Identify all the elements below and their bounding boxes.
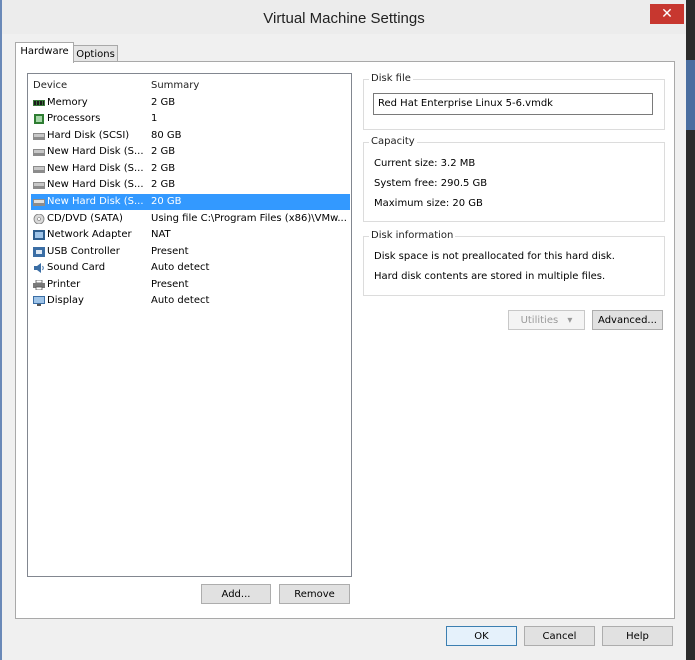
- title-bar[interactable]: Virtual Machine Settings ✕: [2, 0, 686, 34]
- device-summary: Present: [151, 279, 189, 290]
- hard-disk-icon: [33, 149, 45, 156]
- device-row-display[interactable]: Display Auto detect: [31, 293, 350, 309]
- device-summary: Using file C:\Program Files (x86)\VMw...: [151, 213, 347, 224]
- ok-button[interactable]: OK: [446, 626, 517, 646]
- device-name: Hard Disk (SCSI): [47, 130, 130, 141]
- capacity-group: Capacity Current size: 3.2 MB System fre…: [363, 136, 665, 222]
- device-name: Printer: [47, 279, 81, 290]
- device-summary: 2 GB: [151, 97, 176, 108]
- chevron-down-icon: ▾: [567, 315, 573, 326]
- advanced-button[interactable]: Advanced...: [592, 310, 663, 330]
- device-name: New Hard Disk (S...: [47, 163, 144, 174]
- sound-card-icon: [34, 263, 44, 273]
- column-header-device[interactable]: Device: [33, 80, 67, 91]
- window-title: Virtual Machine Settings: [263, 10, 425, 27]
- device-name: Processors: [47, 113, 101, 124]
- device-summary: NAT: [151, 229, 171, 240]
- printer-icon: [33, 280, 45, 290]
- disk-info-line-1: Disk space is not preallocated for this …: [374, 251, 615, 262]
- utilities-button[interactable]: Utilities ▾: [508, 310, 585, 330]
- device-name: New Hard Disk (S...: [47, 179, 144, 190]
- tab-hardware[interactable]: Hardware: [15, 42, 74, 63]
- close-icon: ✕: [661, 6, 673, 22]
- disk-file-group: Disk file Red Hat Enterprise Linux 5-6.v…: [363, 73, 665, 130]
- close-button[interactable]: ✕: [650, 4, 684, 24]
- display-icon: [33, 296, 45, 306]
- device-summary: 1: [151, 113, 158, 124]
- device-row-new-hard-disk-selected[interactable]: New Hard Disk (S... 20 GB: [31, 194, 350, 210]
- memory-icon: [33, 100, 45, 106]
- device-row-network-adapter[interactable]: Network Adapter NAT: [31, 227, 350, 243]
- device-name: Memory: [47, 97, 88, 108]
- device-summary: Auto detect: [151, 295, 210, 306]
- cancel-button[interactable]: Cancel: [524, 626, 595, 646]
- device-list[interactable]: Device Summary Memory 2 GB Processors 1 …: [27, 73, 352, 577]
- usb-icon: [33, 247, 45, 257]
- device-summary: 80 GB: [151, 130, 182, 141]
- maximum-size-text: Maximum size: 20 GB: [374, 198, 483, 209]
- background-window-edge: [686, 0, 695, 660]
- device-row-hard-disk-scsi[interactable]: Hard Disk (SCSI) 80 GB: [31, 128, 350, 144]
- device-summary: 2 GB: [151, 163, 176, 174]
- device-row-memory[interactable]: Memory 2 GB: [31, 95, 350, 111]
- remove-button[interactable]: Remove: [279, 584, 350, 604]
- device-row-printer[interactable]: Printer Present: [31, 277, 350, 293]
- device-name: Network Adapter: [47, 229, 132, 240]
- device-name: Display: [47, 295, 84, 306]
- device-row-new-hard-disk[interactable]: New Hard Disk (S... 2 GB: [31, 177, 350, 193]
- current-size-text: Current size: 3.2 MB: [374, 158, 476, 169]
- disk-info-line-2: Hard disk contents are stored in multipl…: [374, 271, 606, 282]
- hard-disk-icon: [33, 199, 45, 206]
- device-row-processors[interactable]: Processors 1: [31, 111, 350, 127]
- device-name: Sound Card: [47, 262, 106, 273]
- device-row-usb-controller[interactable]: USB Controller Present: [31, 244, 350, 260]
- disk-information-group: Disk information Disk space is not preal…: [363, 230, 665, 296]
- column-header-summary[interactable]: Summary: [151, 80, 199, 91]
- device-summary: 2 GB: [151, 146, 176, 157]
- device-summary: 20 GB: [151, 196, 182, 207]
- cd-dvd-icon: [33, 214, 45, 224]
- device-summary: 2 GB: [151, 179, 176, 190]
- processor-icon: [34, 114, 44, 124]
- window-border: [0, 0, 2, 660]
- system-free-text: System free: 290.5 GB: [374, 178, 488, 189]
- device-row-new-hard-disk[interactable]: New Hard Disk (S... 2 GB: [31, 144, 350, 160]
- hard-disk-icon: [33, 166, 45, 173]
- disk-information-group-title: Disk information: [369, 230, 456, 241]
- help-button[interactable]: Help: [602, 626, 673, 646]
- capacity-group-title: Capacity: [369, 136, 417, 147]
- device-name: CD/DVD (SATA): [47, 213, 123, 224]
- disk-file-group-title: Disk file: [369, 73, 413, 84]
- device-name: New Hard Disk (S...: [47, 146, 144, 157]
- hard-disk-icon: [33, 133, 45, 140]
- device-name: New Hard Disk (S...: [47, 196, 144, 207]
- hard-disk-icon: [33, 182, 45, 189]
- device-name: USB Controller: [47, 246, 120, 257]
- device-summary: Auto detect: [151, 262, 210, 273]
- device-row-sound-card[interactable]: Sound Card Auto detect: [31, 260, 350, 276]
- utilities-label: Utilities: [520, 315, 559, 326]
- add-button[interactable]: Add...: [201, 584, 271, 604]
- network-adapter-icon: [33, 230, 45, 240]
- disk-file-field[interactable]: Red Hat Enterprise Linux 5-6.vmdk: [373, 93, 653, 115]
- device-summary: Present: [151, 246, 189, 257]
- device-row-cd-dvd[interactable]: CD/DVD (SATA) Using file C:\Program File…: [31, 211, 350, 227]
- device-row-new-hard-disk[interactable]: New Hard Disk (S... 2 GB: [31, 161, 350, 177]
